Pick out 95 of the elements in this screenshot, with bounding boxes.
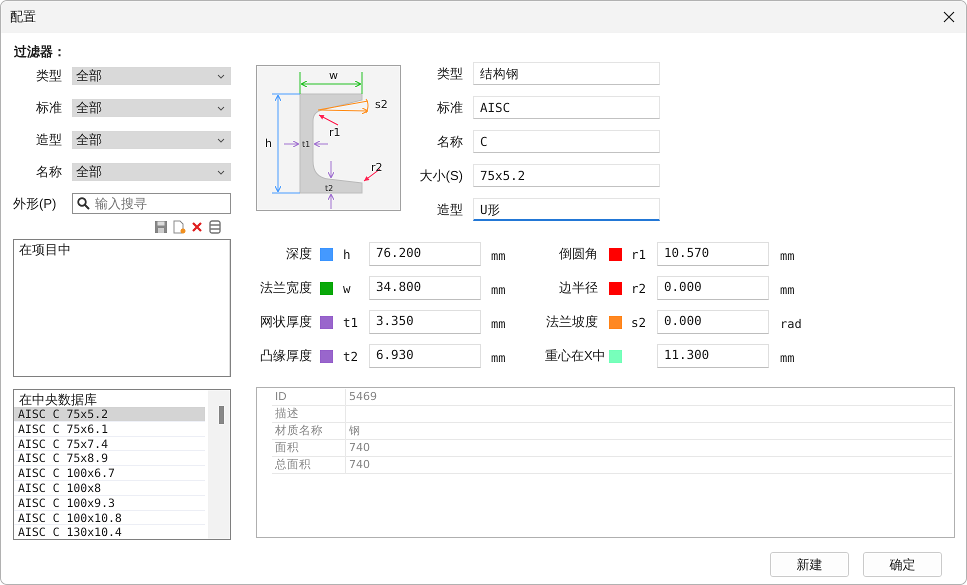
dimension-label: t2 xyxy=(325,184,334,193)
chevron-down-icon xyxy=(217,138,225,142)
property-label: 标准 xyxy=(436,99,464,117)
list-item[interactable]: AISC C 100x8 xyxy=(14,480,205,496)
window-title: 配置 xyxy=(10,8,36,26)
dimension-field[interactable]: 3.350 xyxy=(369,310,481,334)
dimension-label: 边半径 xyxy=(558,279,599,297)
dimension-field[interactable]: 11.300 xyxy=(657,344,769,368)
unit-label: mm xyxy=(490,350,506,365)
unit-label: mm xyxy=(490,316,506,331)
property-field[interactable]: 75x5.2 xyxy=(473,164,660,187)
filter-label: 类型 xyxy=(35,67,63,85)
search-field[interactable]: 输入搜寻 xyxy=(72,193,231,214)
property-label: 造型 xyxy=(436,201,464,219)
filter-dropdown[interactable]: 全部 xyxy=(72,67,231,85)
list-item[interactable]: AISC C 100x9.3 xyxy=(14,496,205,511)
close-icon xyxy=(943,10,955,22)
unit-label: mm xyxy=(779,282,796,297)
new-document-icon xyxy=(172,220,186,234)
chevron-down-icon xyxy=(217,106,225,110)
chevron-down-icon xyxy=(217,74,225,78)
dimension-label: 深度 xyxy=(285,245,313,263)
info-value: 740 xyxy=(346,457,952,474)
list-item[interactable]: AISC C 100x6.7 xyxy=(14,466,205,481)
property-field[interactable]: AISC xyxy=(473,96,660,119)
dimension-label: w xyxy=(329,69,338,82)
dimension-label: r1 xyxy=(329,126,341,139)
dimension-field[interactable]: 0.000 xyxy=(657,276,769,300)
list-item[interactable]: AISC C 130x10.4 xyxy=(14,525,205,539)
property-label: 大小(S) xyxy=(418,167,464,185)
filter-label: 造型 xyxy=(35,131,63,149)
search-icon xyxy=(77,197,90,210)
unit-label: mm xyxy=(779,248,796,263)
chevron-down-icon xyxy=(217,170,225,174)
dimension-symbol: w xyxy=(342,280,352,296)
dialog-button[interactable]: 确定 xyxy=(863,552,942,577)
info-value: 5469 xyxy=(346,389,952,406)
dimension-label: 凸缘厚度 xyxy=(259,347,313,365)
info-key: 描述 xyxy=(272,406,346,423)
unit-label: mm xyxy=(490,248,506,263)
unit-label: mm xyxy=(490,282,506,297)
filter-heading: 过滤器： xyxy=(14,43,66,61)
info-value: 钢 xyxy=(346,423,952,440)
database-list[interactable]: 在中央数据库 AISC C 75x5.2 AISC C 75x6.1 AISC C 75x7.4 AISC C 75x8.9 AISC C 100x6.7 AISC C 100x8 AISC C 100x9.3 AISC C 100x10.8 AISC C 130x10.4 xyxy=(13,389,231,540)
list-item[interactable]: AISC C 75x7.4 xyxy=(14,436,205,452)
info-key: ID xyxy=(272,389,346,406)
dimension-field[interactable]: 6.930 xyxy=(369,344,481,368)
search-label: 外形(P) xyxy=(13,194,58,212)
list-heading: 在中央数据库 xyxy=(18,391,98,407)
property-field[interactable]: U形 xyxy=(473,198,660,221)
info-key: 面积 xyxy=(272,440,346,457)
property-label: 名称 xyxy=(436,133,464,151)
dimension-field[interactable]: 10.570 xyxy=(657,242,769,266)
dimension-symbol: h xyxy=(342,246,352,262)
filter-label: 标准 xyxy=(35,99,63,117)
property-field[interactable]: C xyxy=(473,130,660,153)
list-item[interactable]: AISC C 100x10.8 xyxy=(14,510,205,526)
project-list[interactable]: 在项目中 xyxy=(13,239,231,377)
dimension-label: t1 xyxy=(302,140,310,149)
delete-icon xyxy=(190,220,204,234)
dimension-label: 倒圆角 xyxy=(558,245,599,263)
dimension-symbol: s2 xyxy=(630,314,648,330)
unit-label: mm xyxy=(779,350,796,365)
info-key: 总面积 xyxy=(272,457,346,474)
dimension-symbol: t2 xyxy=(342,348,360,364)
unit-label: rad xyxy=(779,316,803,331)
dimension-label: h xyxy=(265,137,272,150)
list-item[interactable]: AISC C 75x6.1 xyxy=(14,422,205,437)
dimension-label: 网状厚度 xyxy=(259,313,313,331)
dimension-field[interactable]: 76.200 xyxy=(369,242,481,266)
list-item[interactable]: AISC C 75x8.9 xyxy=(14,451,205,466)
property-label: 类型 xyxy=(436,65,464,83)
dimension-symbol: r2 xyxy=(630,280,648,296)
dialog-button[interactable]: 新建 xyxy=(770,552,849,577)
dimension-label: 法兰宽度 xyxy=(259,279,313,297)
dimension-symbol: r1 xyxy=(630,246,648,262)
list-item[interactable]: AISC C 75x5.2 xyxy=(14,407,205,422)
dimension-label: r2 xyxy=(371,161,383,174)
dimension-label: 重心在X中 xyxy=(545,347,607,365)
scrollbar-thumb[interactable] xyxy=(219,406,224,424)
filter-dropdown[interactable]: 全部 xyxy=(72,99,231,117)
info-value: 740 xyxy=(346,440,952,457)
dimension-field[interactable]: 34.800 xyxy=(369,276,481,300)
dimension-label: s2 xyxy=(375,98,388,111)
filter-dropdown[interactable]: 全部 xyxy=(72,131,231,149)
filter-dropdown[interactable]: 全部 xyxy=(72,163,231,181)
scrollbar[interactable] xyxy=(208,390,230,539)
dimension-label: 法兰坡度 xyxy=(545,313,599,331)
dimension-field[interactable]: 0.000 xyxy=(657,310,769,334)
database-icon xyxy=(208,220,222,234)
property-field[interactable]: 结构钢 xyxy=(473,62,660,85)
list-heading: 在项目中 xyxy=(18,241,72,257)
info-key: 材质名称 xyxy=(272,423,346,440)
dimension-symbol: t1 xyxy=(342,314,360,330)
filter-label: 名称 xyxy=(35,163,63,181)
